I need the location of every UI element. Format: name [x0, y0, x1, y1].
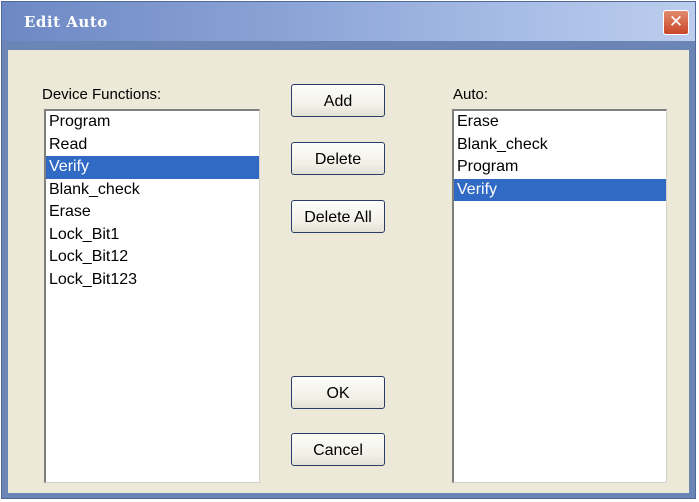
auto-list[interactable]: Erase Blank_check Program Verify	[452, 109, 667, 483]
device-functions-label: Device Functions:	[42, 86, 162, 103]
list-item[interactable]: Verify	[46, 156, 259, 179]
close-icon: ✕	[668, 12, 684, 32]
list-item[interactable]: Lock_Bit12	[46, 246, 259, 269]
list-item[interactable]: Read	[46, 134, 259, 157]
device-functions-list[interactable]: Program Read Verify Blank_check Erase Lo…	[44, 109, 260, 483]
list-item[interactable]: Program	[454, 156, 666, 179]
add-button[interactable]: Add	[291, 84, 385, 117]
list-item[interactable]: Verify	[454, 178, 666, 201]
window-title: Edit Auto	[24, 13, 108, 31]
delete-all-button[interactable]: Delete All	[291, 200, 385, 233]
ok-button[interactable]: OK	[291, 376, 385, 409]
title-bar[interactable]: Edit Auto ✕	[2, 2, 695, 41]
list-item[interactable]: Lock_Bit123	[46, 269, 259, 292]
list-item[interactable]: Lock_Bit1	[46, 224, 259, 247]
list-item[interactable]: Program	[46, 111, 259, 134]
list-item[interactable]: Blank_check	[454, 134, 666, 157]
cancel-button[interactable]: Cancel	[291, 433, 385, 466]
edit-auto-dialog: Edit Auto ✕ Device Functions: Program Re…	[1, 1, 696, 499]
close-button[interactable]: ✕	[663, 10, 689, 35]
list-item[interactable]: Erase	[46, 201, 259, 224]
delete-button[interactable]: Delete	[291, 142, 385, 175]
dialog-client-area: Device Functions: Program Read Verify Bl…	[8, 50, 689, 493]
auto-label: Auto:	[453, 86, 489, 103]
list-item[interactable]: Erase	[454, 111, 666, 134]
list-item[interactable]: Blank_check	[46, 179, 259, 202]
